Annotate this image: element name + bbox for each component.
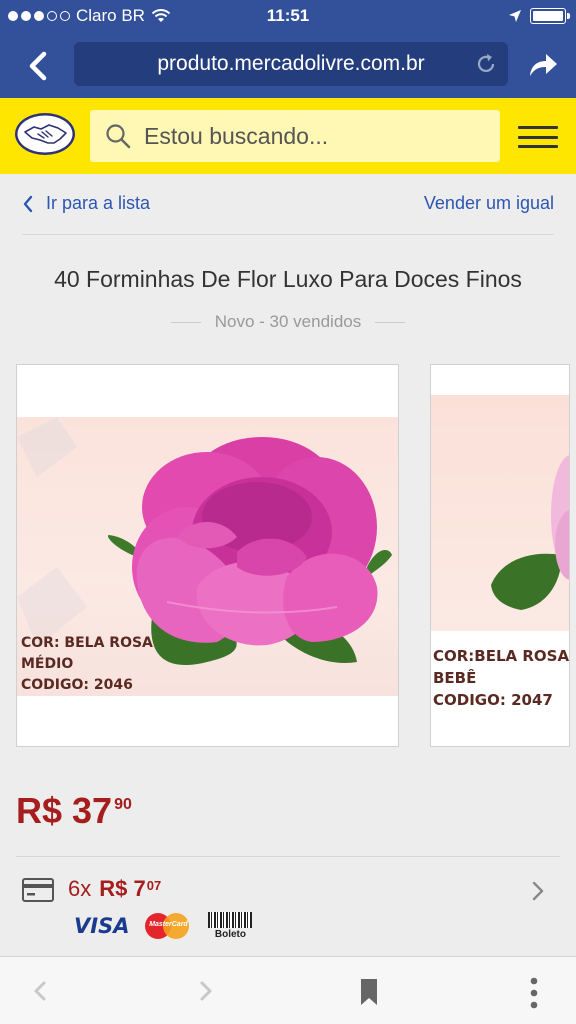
product-condition: Novo - 30 vendidos bbox=[0, 312, 576, 332]
visa-logo: VISA bbox=[74, 914, 130, 938]
back-arrow-icon[interactable] bbox=[18, 46, 58, 86]
search-placeholder: Estou buscando... bbox=[144, 122, 329, 149]
product-title: 40 Forminhas De Flor Luxo Para Doces Fin… bbox=[54, 266, 522, 292]
product-image-card[interactable]: COR: BELA ROSA MÉDIO CODIGO: 2046 bbox=[16, 364, 399, 747]
installments-amount: R$ 7 bbox=[99, 876, 146, 901]
installments-count: 6x bbox=[68, 876, 92, 901]
image-caption: COR:BELA ROSA BEBÊ CODIGO: 2047 bbox=[433, 647, 570, 709]
back-to-list-label: Ir para a lista bbox=[46, 193, 151, 213]
forward-nav-icon[interactable] bbox=[196, 977, 216, 1005]
browser-toolbar: produto.mercadolivre.com.br bbox=[0, 32, 576, 98]
mercadolivre-handshake-logo[interactable] bbox=[14, 112, 76, 156]
boleto-logo: Boleto bbox=[207, 912, 253, 940]
price-main: R$ 37 bbox=[16, 790, 113, 831]
bookmark-icon[interactable] bbox=[358, 977, 380, 1007]
payment-methods: VISA MasterCard Boleto bbox=[74, 912, 253, 940]
status-bar: Claro BR 11:51 bbox=[0, 0, 576, 32]
search-icon bbox=[106, 124, 131, 149]
mastercard-logo: MasterCard bbox=[145, 912, 191, 940]
sell-similar-link[interactable]: Vender um igual bbox=[424, 193, 554, 214]
installments-cents: 07 bbox=[146, 878, 162, 893]
back-nav-icon[interactable] bbox=[30, 977, 50, 1005]
address-bar[interactable]: produto.mercadolivre.com.br bbox=[74, 42, 508, 86]
condition-text: Novo - 30 vendidos bbox=[214, 312, 362, 331]
hamburger-menu-icon[interactable] bbox=[518, 126, 558, 148]
product-image-card[interactable]: COR:BELA ROSA BEBÊ CODIGO: 2047 bbox=[430, 364, 570, 747]
back-to-list-link[interactable]: Ir para a lista bbox=[22, 193, 150, 214]
pink-flower-image bbox=[491, 455, 569, 610]
browser-bottom-toolbar bbox=[0, 956, 576, 1024]
image-caption: COR: BELA ROSA MÉDIO CODIGO: 2046 bbox=[21, 635, 153, 693]
chevron-right-icon bbox=[532, 881, 544, 901]
chevron-left-icon bbox=[23, 195, 33, 212]
product-photo: COR: BELA ROSA MÉDIO CODIGO: 2046 bbox=[17, 417, 398, 696]
price: R$ 37 90 bbox=[16, 790, 132, 832]
search-bar[interactable]: Estou buscando... bbox=[90, 110, 500, 162]
credit-card-icon bbox=[22, 878, 54, 902]
installments-row[interactable]: 6x R$ 7 07 VISA MasterCard Boleto bbox=[16, 868, 560, 946]
divider bbox=[16, 856, 560, 857]
price-cents: 90 bbox=[114, 796, 132, 813]
url-text: produto.mercadolivre.com.br bbox=[157, 52, 425, 75]
battery-icon bbox=[530, 8, 570, 24]
location-arrow-icon bbox=[509, 10, 521, 22]
reload-icon[interactable] bbox=[474, 52, 498, 76]
product-nav: Ir para a lista Vender um igual bbox=[22, 190, 554, 220]
barcode-icon bbox=[208, 912, 253, 928]
installments-text: 6x R$ 7 07 bbox=[68, 876, 161, 902]
clock: 11:51 bbox=[266, 6, 310, 25]
product-photo: COR:BELA ROSA BEBÊ CODIGO: 2047 bbox=[431, 395, 569, 709]
divider bbox=[22, 234, 554, 235]
more-vertical-icon[interactable] bbox=[524, 977, 544, 1009]
share-icon[interactable] bbox=[526, 50, 560, 80]
site-header: Estou buscando... bbox=[0, 98, 576, 174]
